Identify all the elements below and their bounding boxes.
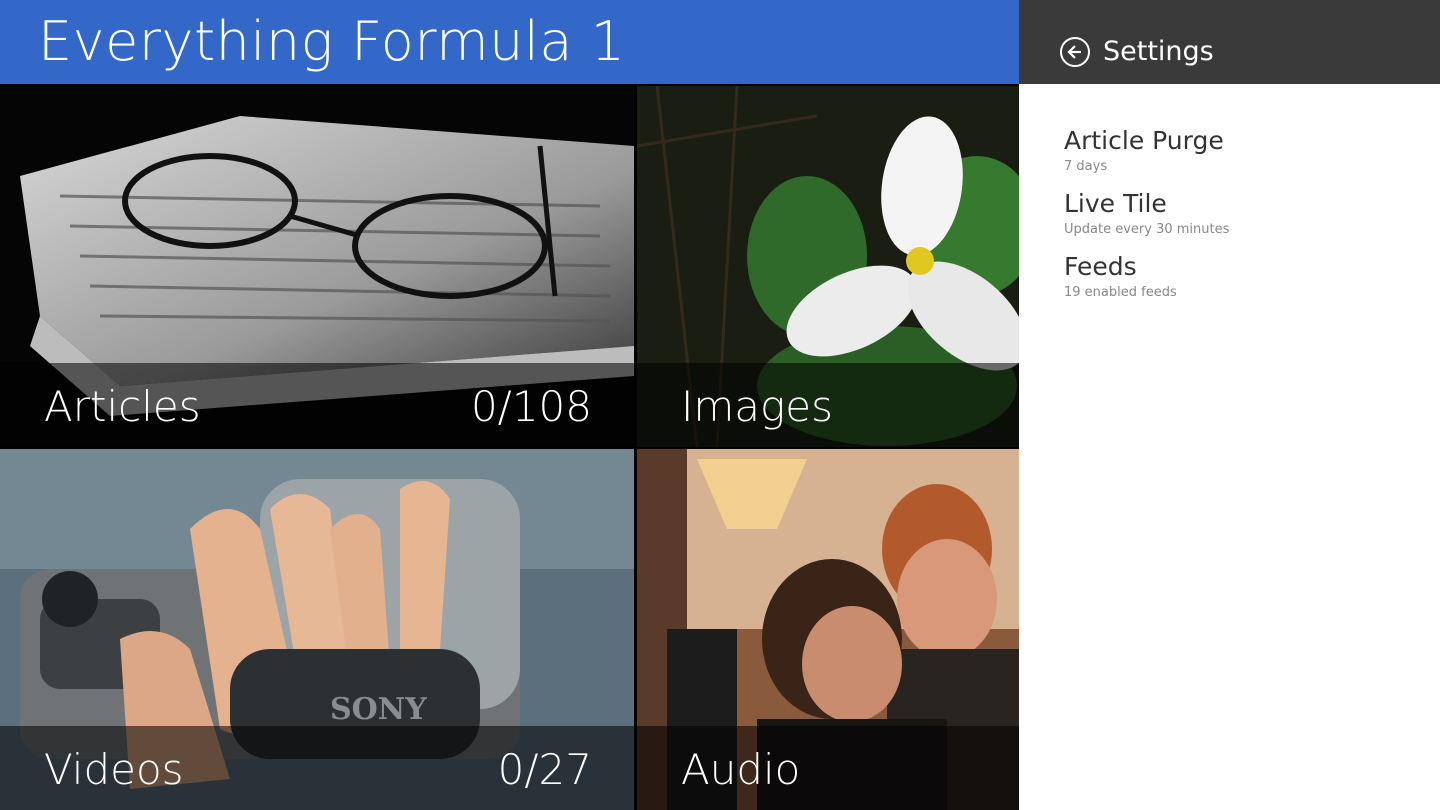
settings-pane: Settings Article Purge 7 days Live Tile … [1019, 0, 1440, 810]
setting-article-purge[interactable]: Article Purge 7 days [1064, 126, 1224, 174]
svg-text:SONY: SONY [330, 692, 427, 727]
settings-title: Settings [1103, 36, 1214, 67]
back-arrow-icon[interactable] [1060, 37, 1090, 67]
tile-count-articles: 0/108 [470, 382, 592, 431]
tile-label-articles: Articles [44, 382, 201, 431]
app-header: Everything Formula 1 [0, 0, 1019, 84]
setting-name: Live Tile [1064, 189, 1167, 218]
tile-audio[interactable]: Audio [637, 449, 1019, 810]
setting-value: 7 days [1064, 159, 1108, 174]
tile-images[interactable]: Images [637, 86, 1019, 447]
tile-label-videos: Videos [44, 745, 184, 794]
tile-articles[interactable]: Articles 0/108 [0, 86, 634, 447]
tile-label-audio: Audio [681, 745, 801, 794]
setting-live-tile[interactable]: Live Tile Update every 30 minutes [1064, 189, 1229, 237]
tile-count-videos: 0/27 [497, 745, 592, 794]
setting-value: 19 enabled feeds [1064, 285, 1177, 300]
tile-videos[interactable]: SONY Videos 0/27 [0, 449, 634, 810]
setting-name: Feeds [1064, 252, 1137, 281]
setting-feeds[interactable]: Feeds 19 enabled feeds [1064, 252, 1177, 300]
setting-value: Update every 30 minutes [1064, 222, 1230, 237]
tile-label-images: Images [681, 382, 833, 431]
app-title: Everything Formula 1 [38, 10, 626, 73]
setting-name: Article Purge [1064, 126, 1224, 155]
settings-header: Settings [1019, 0, 1440, 84]
